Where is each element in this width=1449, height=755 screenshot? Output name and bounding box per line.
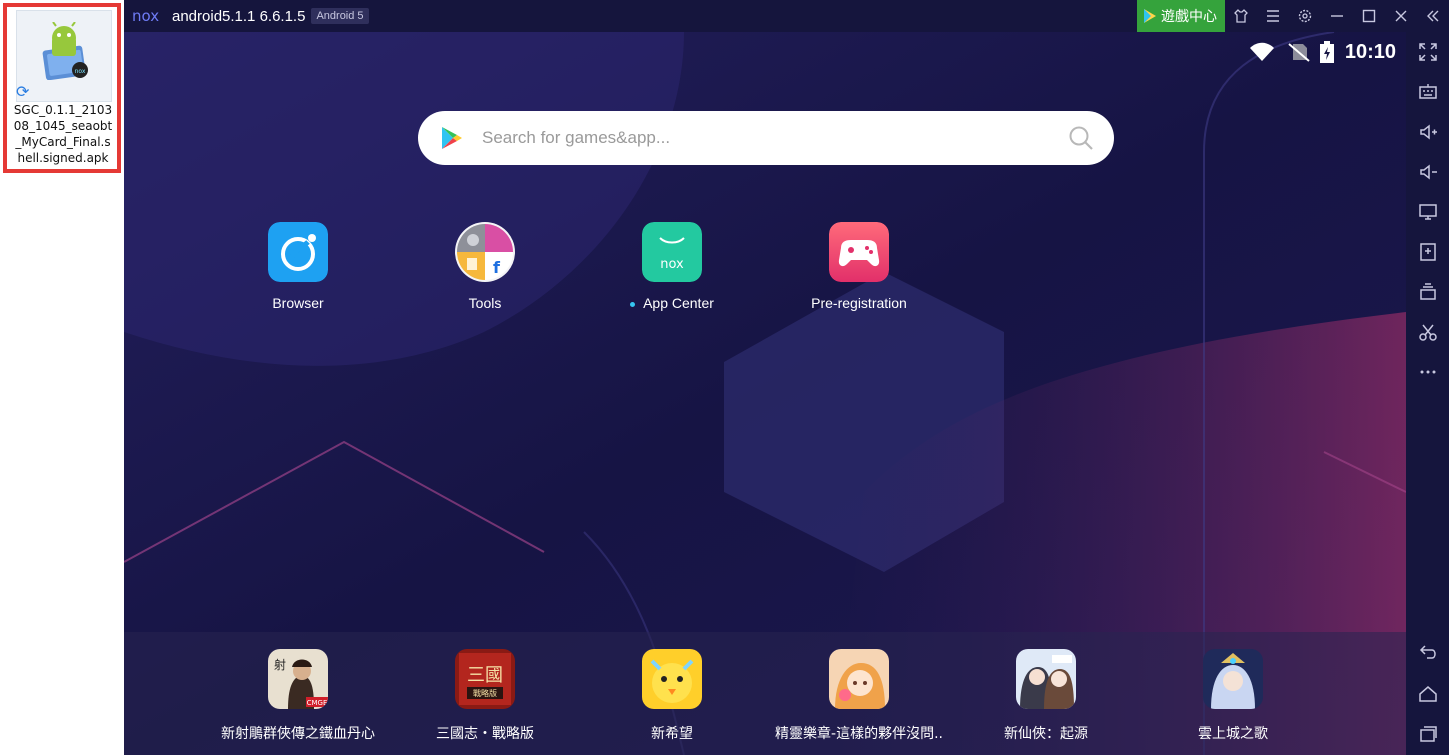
game-icon <box>1203 649 1263 709</box>
screen-root: nox ⟳ SGC_0.1.1_210308_1045_seaobt_MyCar… <box>0 0 1449 755</box>
more-icon[interactable] <box>1412 356 1444 388</box>
tools-icon: f <box>455 222 515 282</box>
game-icon <box>1016 649 1076 709</box>
app-pre-registration[interactable]: Pre-registration <box>799 222 919 311</box>
highlight-box <box>3 3 121 173</box>
dock-game[interactable]: 新希望 <box>572 649 772 743</box>
screen-icon[interactable] <box>1412 196 1444 228</box>
maximize-icon[interactable] <box>1353 0 1385 32</box>
dock-label: 新仙俠：起源 <box>1004 726 1088 742</box>
game-icon: 三國 戰略版 <box>455 649 515 709</box>
status-time: 10:10 <box>1344 40 1396 63</box>
android-version-badge: Android 5 <box>311 8 369 24</box>
pre-registration-icon <box>829 222 889 282</box>
settings-icon[interactable] <box>1289 0 1321 32</box>
app-center-icon: nox <box>642 222 702 282</box>
recent-apps-icon[interactable] <box>1412 718 1444 750</box>
wifi-icon <box>1249 42 1274 61</box>
app-tools[interactable]: f Tools <box>425 222 545 311</box>
dock-game[interactable]: 新仙俠：起源 <box>946 649 1146 743</box>
emulator-sidebar <box>1406 32 1449 755</box>
multi-instance-icon[interactable] <box>1412 276 1444 308</box>
dock-game[interactable]: 雲上城之歌 <box>1133 649 1333 743</box>
search-bar[interactable]: Search for games&app... <box>418 111 1114 165</box>
screenshot-icon[interactable] <box>1412 316 1444 348</box>
game-center-button[interactable]: 遊戲中心 <box>1137 0 1225 32</box>
app-app-center[interactable]: nox App Center <box>612 222 732 311</box>
app-browser[interactable]: Browser <box>238 222 358 311</box>
desktop: nox ⟳ SGC_0.1.1_210308_1045_seaobt_MyCar… <box>0 0 124 755</box>
fullscreen-icon[interactable] <box>1412 36 1444 68</box>
dock-label: 三國志・戰略版 <box>436 726 534 742</box>
browser-icon <box>268 222 328 282</box>
close-icon[interactable] <box>1385 0 1417 32</box>
skin-icon[interactable] <box>1225 0 1257 32</box>
dock-label: 雲上城之歌 <box>1198 726 1268 742</box>
dock-game[interactable]: 射 CMGE 新射鵰群俠傳之鐵血丹心 <box>198 649 398 743</box>
title-actions: 遊戲中心 <box>1137 0 1449 32</box>
add-apk-icon[interactable] <box>1412 236 1444 268</box>
svg-text:nox: nox <box>660 257 684 272</box>
keyboard-icon[interactable] <box>1412 76 1444 108</box>
svg-text:CMGE: CMGE <box>307 699 328 707</box>
window-title: android5.1.1 6.6.1.5 <box>172 7 306 25</box>
menu-icon[interactable] <box>1257 0 1289 32</box>
dock-label: 新射鵰群俠傳之鐵血丹心 <box>221 726 375 742</box>
home-icon[interactable] <box>1412 678 1444 710</box>
svg-text:f: f <box>493 258 501 277</box>
svg-text:nox: nox <box>132 8 159 24</box>
game-icon <box>829 649 889 709</box>
emulator-window: nox android5.1.1 6.6.1.5 Android 5 遊戲中心 <box>124 0 1449 755</box>
title-bar: nox android5.1.1 6.6.1.5 Android 5 遊戲中心 <box>124 0 1449 32</box>
app-label: App Center <box>612 295 732 311</box>
game-dock: 射 CMGE 新射鵰群俠傳之鐵血丹心 三國 戰略版 三國志・戰略版 新希望 精靈… <box>124 632 1406 755</box>
game-icon: 射 CMGE <box>268 649 328 709</box>
nox-logo: nox <box>132 8 159 24</box>
dock-game[interactable]: 三國 戰略版 三國志・戰略版 <box>385 649 585 743</box>
dock-label: 新希望 <box>651 726 693 742</box>
search-placeholder: Search for games&app... <box>482 128 671 147</box>
svg-text:射: 射 <box>274 657 286 672</box>
svg-text:戰略版: 戰略版 <box>473 688 497 698</box>
play-store-icon <box>1144 9 1156 23</box>
battery-icon <box>1319 41 1334 63</box>
search-icon[interactable] <box>1068 125 1094 151</box>
dock-label: 精靈樂章-這樣的夥伴沒問.. <box>775 726 943 742</box>
no-sim-icon <box>1288 43 1310 62</box>
svg-text:三國: 三國 <box>467 665 503 686</box>
back-icon[interactable] <box>1412 636 1444 668</box>
collapse-icon[interactable] <box>1417 0 1449 32</box>
volume-up-icon[interactable] <box>1412 116 1444 148</box>
app-label: Browser <box>272 295 324 311</box>
android-screen: 10:10 Search for games&app... Browser f … <box>124 32 1406 755</box>
app-label: Pre-registration <box>811 295 907 311</box>
app-label: Tools <box>468 295 502 311</box>
dock-game[interactable]: 精靈樂章-這樣的夥伴沒問.. <box>759 649 959 743</box>
volume-down-icon[interactable] <box>1412 156 1444 188</box>
status-bar: 10:10 <box>1249 38 1396 66</box>
google-play-icon <box>442 127 462 149</box>
minimize-icon[interactable] <box>1321 0 1353 32</box>
new-indicator-dot <box>630 301 636 307</box>
game-center-label: 遊戲中心 <box>1161 8 1217 24</box>
game-icon <box>642 649 702 709</box>
